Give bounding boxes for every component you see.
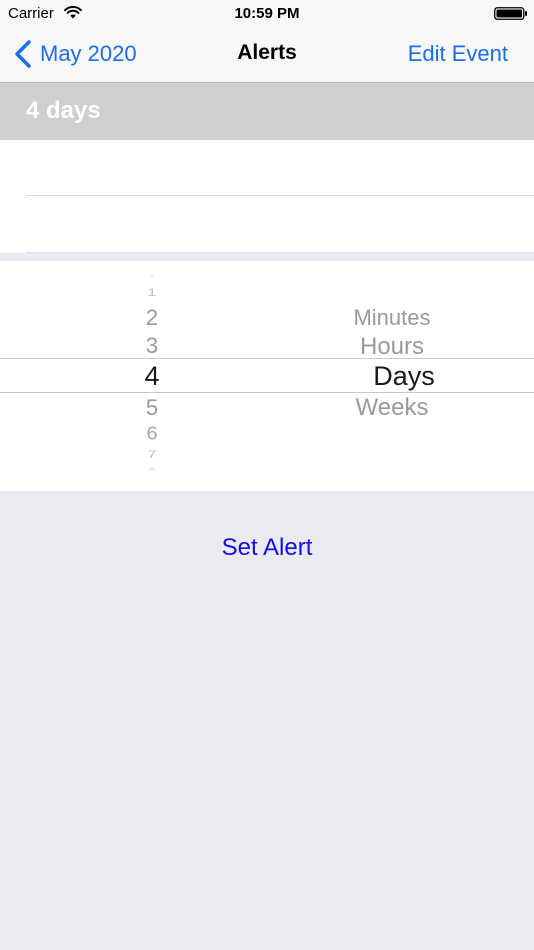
status-bar: Carrier 10:59 PM	[0, 0, 534, 28]
battery-icon	[494, 7, 527, 20]
alert-list	[0, 140, 534, 253]
picker-number-item[interactable]: 1	[100, 287, 204, 298]
picker-number-item[interactable]: 5	[100, 397, 204, 419]
picker-unit-item[interactable]: Weeks	[290, 396, 494, 420]
list-item[interactable]	[0, 197, 534, 253]
navigation-bar: May 2020 Alerts Edit Event	[0, 28, 534, 83]
picker-number-item[interactable]: 2	[100, 307, 204, 329]
duration-picker[interactable]: 0 1 2 3 4 5 6 7 8 Minutes Hours Days Wee…	[0, 261, 534, 491]
picker-unit-item[interactable]: Minutes	[290, 307, 494, 329]
picker-unit-item[interactable]: Hours	[290, 335, 494, 359]
picker-number-selected[interactable]: 4	[100, 363, 204, 390]
picker-selection-bottom-line	[0, 392, 534, 393]
row-divider	[26, 252, 534, 253]
picker-number-item[interactable]: 6	[100, 425, 204, 443]
picker-number-item[interactable]: 8	[100, 467, 204, 471]
picker-number-item[interactable]: 0	[100, 275, 204, 279]
status-time: 10:59 PM	[234, 5, 300, 22]
row-divider	[26, 195, 534, 196]
picker-unit-selected[interactable]: Days	[302, 363, 506, 390]
edit-event-button[interactable]: Edit Event	[408, 41, 508, 67]
set-alert-button[interactable]: Set Alert	[0, 534, 534, 562]
alert-summary-header: 4 days	[0, 83, 534, 140]
alert-summary-text: 4 days	[26, 97, 101, 124]
list-item[interactable]	[0, 140, 534, 196]
picker-number-item[interactable]: 3	[100, 335, 204, 357]
picker-number-item[interactable]: 7	[100, 449, 204, 460]
